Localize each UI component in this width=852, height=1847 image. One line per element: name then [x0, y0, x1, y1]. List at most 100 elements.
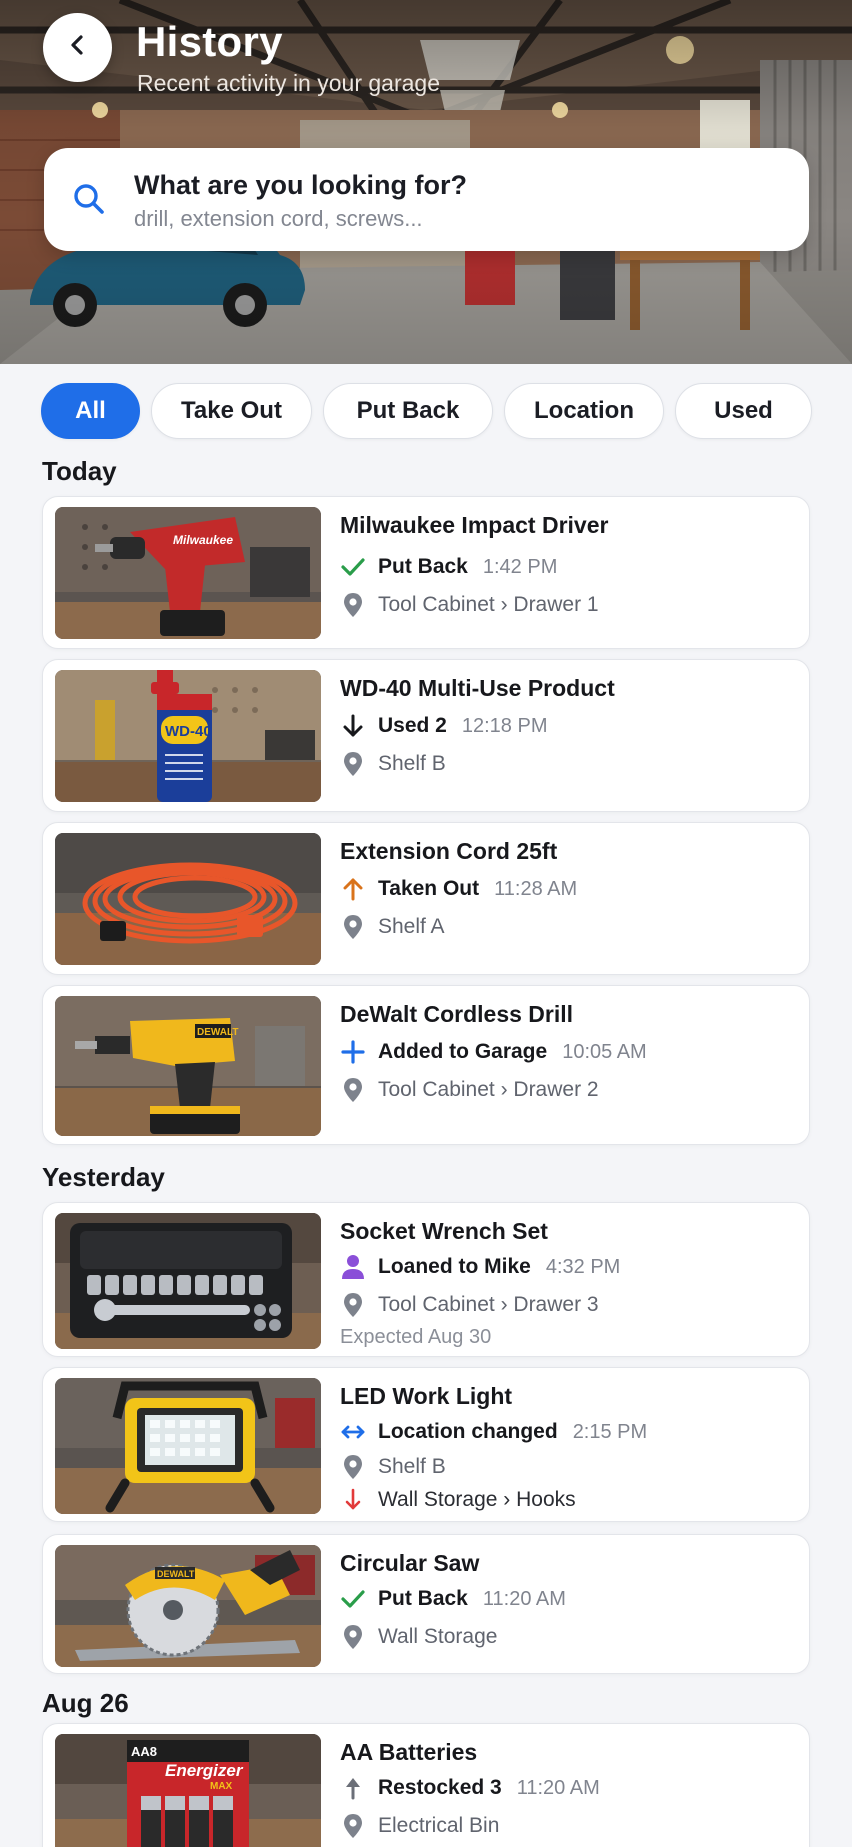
previous-location-text: Shelf B — [378, 1455, 446, 1478]
garage-hero-banner: History Recent activity in your garage W… — [0, 0, 852, 364]
action-label: Loaned to Mike — [378, 1255, 531, 1278]
arrow-up-icon — [340, 1775, 366, 1801]
max-label-text: MAX — [210, 1781, 233, 1792]
location-pin-icon — [340, 1292, 366, 1318]
aa-size-text: AA8 — [131, 1744, 157, 1759]
new-location-text: Wall Storage › Hooks — [378, 1488, 576, 1511]
location-text: Tool Cabinet › Drawer 2 — [378, 1078, 599, 1101]
dewalt-brand-text: DEWALT — [197, 1027, 238, 1038]
history-card-info: WD-40 Multi-Use Product Used 2 12:18 PM … — [340, 672, 797, 782]
location-pin-icon — [340, 751, 366, 777]
work-light-thumbnail — [55, 1378, 321, 1514]
filter-chip-row: All Take Out Put Back Location Used — [41, 383, 852, 439]
check-icon — [340, 1586, 366, 1612]
location-pin-icon — [340, 592, 366, 618]
location-pin-icon — [340, 914, 366, 940]
item-name: Extension Cord 25ft — [340, 838, 558, 864]
action-time: 11:20 AM — [482, 1587, 566, 1610]
location-text: Shelf A — [378, 915, 445, 938]
action-label: Location changed — [378, 1420, 558, 1443]
socket-set-thumbnail — [55, 1213, 321, 1349]
history-card-cordless-drill[interactable]: DEWALT DeWalt Cordless Drill Added to Ga… — [42, 985, 810, 1145]
wd40-thumbnail: WD-40 — [55, 670, 321, 802]
history-card-socket-set[interactable]: Socket Wrench Set Loaned to Mike 4:32 PM… — [42, 1202, 810, 1357]
check-icon — [340, 554, 366, 580]
history-card-aa-batteries[interactable]: AA8 Energizer MAX AA Batteries Restocked… — [42, 1723, 810, 1847]
search-bar[interactable]: What are you looking for? drill, extensi… — [44, 148, 809, 251]
location-pin-icon — [340, 1077, 366, 1103]
action-label: Added to Garage — [378, 1040, 548, 1063]
location-text: Tool Cabinet › Drawer 3 — [378, 1293, 599, 1316]
cordless-drill-thumbnail: DEWALT — [55, 996, 321, 1136]
filter-chip-all[interactable]: All — [41, 383, 140, 439]
action-label: Taken Out — [378, 877, 480, 900]
location-text: Shelf B — [378, 752, 446, 775]
arrow-down-icon — [340, 713, 366, 739]
history-card-info: Socket Wrench Set Loaned to Mike 4:32 PM… — [340, 1215, 797, 1351]
arrow-up-icon — [340, 876, 366, 902]
action-time: 1:42 PM — [482, 555, 558, 578]
filter-chip-location[interactable]: Location — [504, 383, 664, 439]
expected-return-note: Expected Aug 30 — [340, 1326, 492, 1348]
item-name: Circular Saw — [340, 1550, 480, 1576]
arrow-down-red-icon — [340, 1487, 366, 1513]
location-pin-icon — [340, 1813, 366, 1839]
action-time: 11:20 AM — [516, 1776, 600, 1799]
action-time: 12:18 PM — [461, 714, 548, 737]
back-button[interactable] — [43, 13, 112, 82]
history-card-info: Extension Cord 25ft Taken Out 11:28 AM S… — [340, 835, 797, 945]
action-label: Put Back — [378, 1587, 468, 1610]
energizer-brand-text: Energizer — [165, 1761, 244, 1780]
action-time: 2:15 PM — [572, 1420, 648, 1443]
circular-saw-thumbnail: DEWALT — [55, 1545, 321, 1667]
search-icon — [71, 181, 107, 222]
extension-cord-thumbnail — [55, 833, 321, 965]
dewalt-saw-brand-text: DEWALT — [157, 1569, 195, 1579]
history-card-info: Circular Saw Put Back 11:20 AM Wall Stor… — [340, 1547, 797, 1655]
person-icon — [340, 1254, 366, 1280]
action-time: 10:05 AM — [562, 1040, 647, 1063]
location-pin-icon — [340, 1454, 366, 1480]
search-prompt: What are you looking for? — [134, 170, 468, 200]
item-name: DeWalt Cordless Drill — [340, 1001, 574, 1027]
page-subtitle: Recent activity in your garage — [137, 70, 440, 96]
history-card-info: Milwaukee Impact Driver Put Back 1:42 PM… — [340, 509, 797, 623]
history-card-impact-driver[interactable]: Milwaukee Milwaukee Impact Driver Put Ba… — [42, 496, 810, 649]
history-card-info: LED Work Light Location changed 2:15 PM … — [340, 1380, 797, 1516]
item-name: Milwaukee Impact Driver — [340, 512, 609, 538]
wd40-brand-text: WD-40 — [165, 723, 212, 740]
history-card-extension-cord[interactable]: Extension Cord 25ft Taken Out 11:28 AM S… — [42, 822, 810, 975]
filter-chip-put-back[interactable]: Put Back — [323, 383, 493, 439]
section-header-today: Today — [42, 456, 117, 486]
action-time: 11:28 AM — [494, 877, 578, 900]
location-text: Tool Cabinet › Drawer 1 — [378, 593, 599, 616]
location-text: Electrical Bin — [378, 1814, 500, 1837]
page-title: History — [136, 18, 283, 65]
section-header-aug-26: Aug 26 — [42, 1688, 129, 1718]
action-time: 4:32 PM — [545, 1255, 621, 1278]
action-label: Used 2 — [378, 714, 447, 737]
search-placeholder[interactable]: drill, extension cord, screws... — [134, 206, 423, 232]
impact-driver-thumbnail: Milwaukee — [55, 507, 321, 639]
filter-chip-used[interactable]: Used — [675, 383, 812, 439]
history-card-info: AA Batteries Restocked 3 11:20 AM Electr… — [340, 1736, 797, 1844]
milwaukee-brand-text: Milwaukee — [173, 533, 233, 547]
filter-chip-take-out[interactable]: Take Out — [151, 383, 312, 439]
item-name: WD-40 Multi-Use Product — [340, 675, 615, 701]
history-card-work-light[interactable]: LED Work Light Location changed 2:15 PM … — [42, 1367, 810, 1522]
history-card-info: DeWalt Cordless Drill Added to Garage 10… — [340, 998, 797, 1108]
history-card-circular-saw[interactable]: DEWALT Circular Saw Put Back 11:20 AM Wa… — [42, 1534, 810, 1674]
action-label: Restocked 3 — [378, 1776, 502, 1799]
item-name: AA Batteries — [340, 1739, 478, 1765]
section-header-yesterday: Yesterday — [42, 1162, 165, 1192]
item-name: LED Work Light — [340, 1383, 513, 1409]
history-card-wd40[interactable]: WD-40 WD-40 Multi-Use Product Used 2 12:… — [42, 659, 810, 812]
plus-icon — [340, 1039, 366, 1065]
batteries-thumbnail: AA8 Energizer MAX — [55, 1734, 321, 1847]
item-name: Socket Wrench Set — [340, 1218, 548, 1244]
chevron-left-icon — [64, 31, 92, 64]
swap-arrows-icon — [340, 1419, 366, 1445]
location-pin-icon — [340, 1624, 366, 1650]
action-label: Put Back — [378, 555, 468, 578]
location-text: Wall Storage — [378, 1625, 498, 1648]
